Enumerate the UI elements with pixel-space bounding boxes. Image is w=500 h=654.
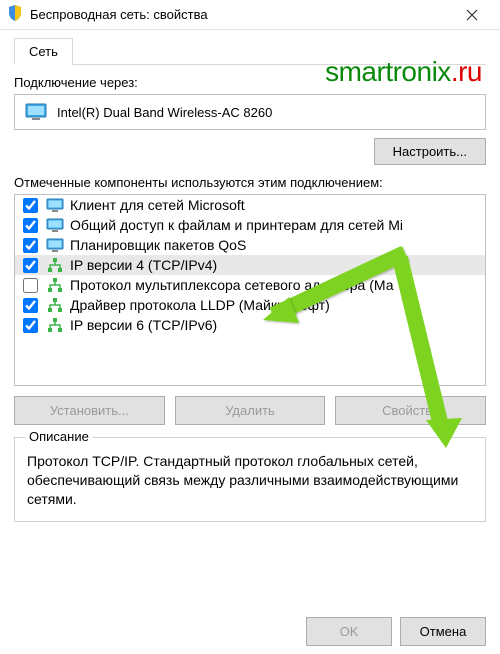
- adapter-name: Intel(R) Dual Band Wireless-AC 8260: [57, 105, 272, 120]
- properties-button[interactable]: Свойства: [335, 396, 486, 425]
- components-label: Отмеченные компоненты используются этим …: [14, 175, 486, 190]
- monitor-icon: [46, 218, 64, 233]
- component-row[interactable]: Планировщик пакетов QoS: [15, 235, 485, 255]
- component-label: Клиент для сетей Microsoft: [70, 197, 245, 213]
- component-label: Общий доступ к файлам и принтерам для се…: [70, 217, 403, 233]
- component-checkbox[interactable]: [23, 318, 38, 333]
- component-label: Планировщик пакетов QoS: [70, 237, 246, 253]
- monitor-icon: [46, 198, 64, 213]
- network-icon: [46, 318, 64, 333]
- connect-via-label: Подключение через:: [14, 75, 486, 90]
- network-icon: [46, 258, 64, 273]
- tabstrip: Сеть: [14, 38, 486, 65]
- component-checkbox[interactable]: [23, 278, 38, 293]
- adapter-box: Intel(R) Dual Band Wireless-AC 8260: [14, 94, 486, 130]
- monitor-icon: [46, 238, 64, 253]
- configure-button[interactable]: Настроить...: [374, 138, 486, 165]
- cancel-button[interactable]: Отмена: [400, 617, 486, 646]
- component-checkbox[interactable]: [23, 238, 38, 253]
- component-row[interactable]: IP версии 4 (TCP/IPv4): [15, 255, 485, 275]
- component-row[interactable]: Общий доступ к файлам и принтерам для се…: [15, 215, 485, 235]
- component-row[interactable]: Клиент для сетей Microsoft: [15, 195, 485, 215]
- install-button[interactable]: Установить...: [14, 396, 165, 425]
- component-checkbox[interactable]: [23, 258, 38, 273]
- component-row[interactable]: IP версии 6 (TCP/IPv6): [15, 315, 485, 335]
- description-legend: Описание: [25, 429, 93, 444]
- component-label: IP версии 4 (TCP/IPv4): [70, 257, 217, 273]
- close-button[interactable]: [452, 1, 492, 29]
- component-label: Протокол мультиплексора сетевого адаптер…: [70, 277, 393, 293]
- shield-icon: [8, 5, 22, 24]
- window-title: Беспроводная сеть: свойства: [30, 7, 452, 22]
- component-checkbox[interactable]: [23, 198, 38, 213]
- description-group: Описание Протокол TCP/IP. Стандартный пр…: [14, 437, 486, 522]
- component-label: IP версии 6 (TCP/IPv6): [70, 317, 217, 333]
- monitor-icon: [25, 103, 47, 121]
- network-icon: [46, 298, 64, 313]
- network-icon: [46, 278, 64, 293]
- component-label: Драйвер протокола LLDP (Майкрософт): [70, 297, 330, 313]
- component-row[interactable]: Драйвер протокола LLDP (Майкрософт): [15, 295, 485, 315]
- component-checkbox[interactable]: [23, 298, 38, 313]
- tab-network[interactable]: Сеть: [14, 38, 73, 65]
- description-text: Протокол TCP/IP. Стандартный протокол гл…: [27, 452, 473, 509]
- component-row[interactable]: Протокол мультиплексора сетевого адаптер…: [15, 275, 485, 295]
- components-list[interactable]: Клиент для сетей Microsoft Общий доступ к…: [14, 194, 486, 386]
- ok-button[interactable]: OK: [306, 617, 392, 646]
- component-checkbox[interactable]: [23, 218, 38, 233]
- remove-button[interactable]: Удалить: [175, 396, 326, 425]
